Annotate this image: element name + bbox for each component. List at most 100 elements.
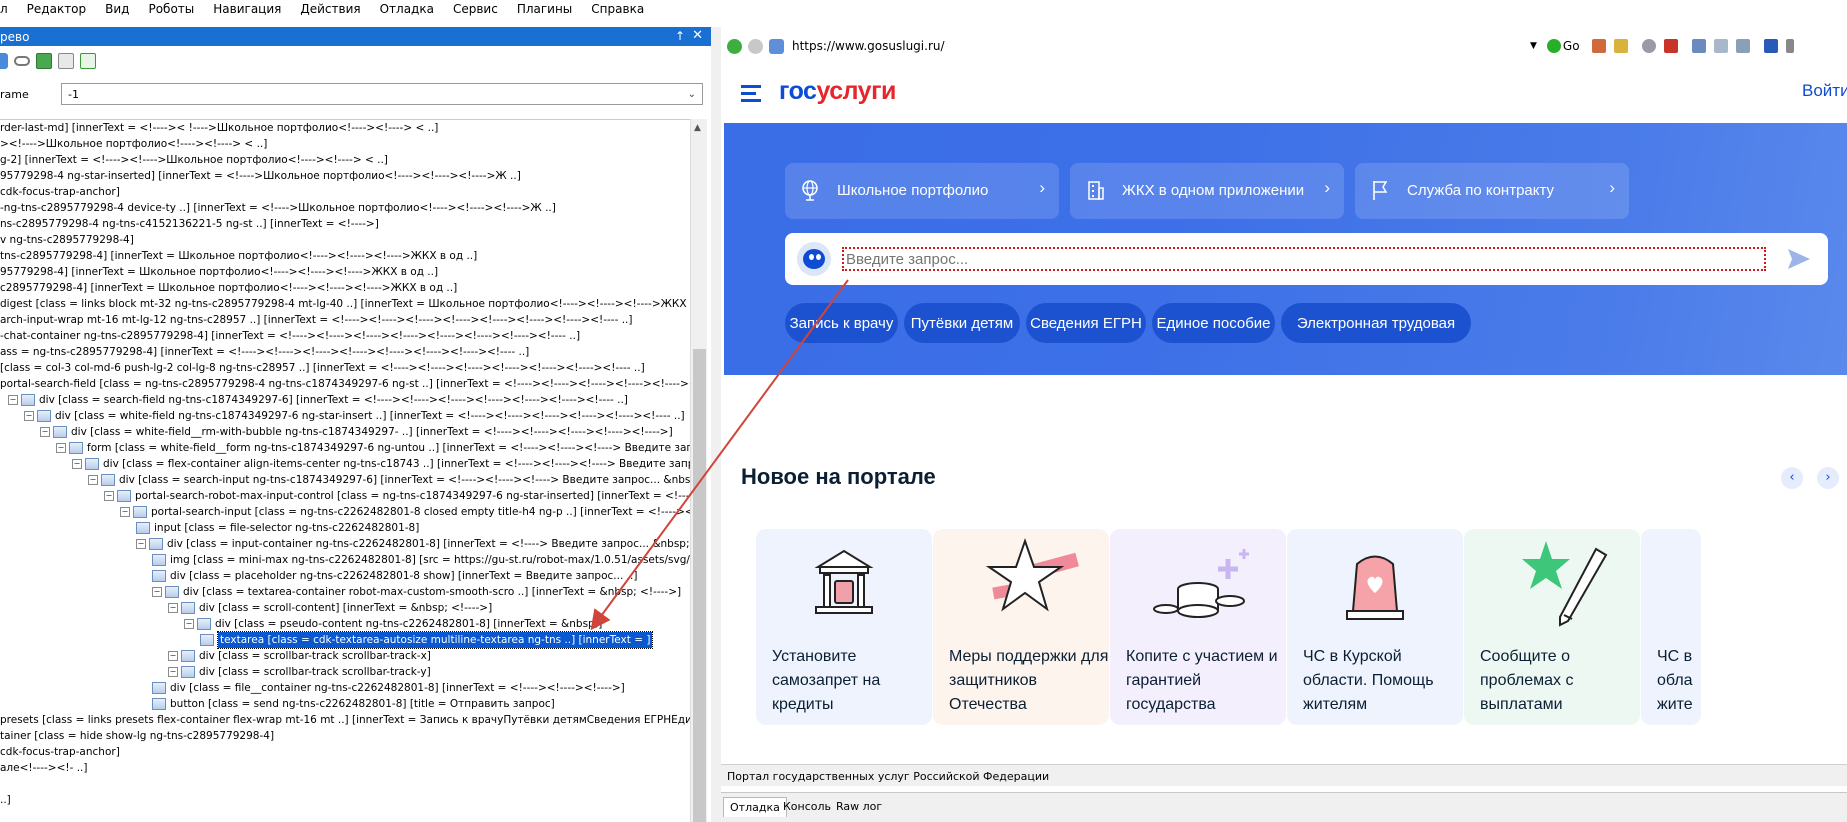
tree-row[interactable]: − div [class = scrollbar-track scrollbar-… bbox=[168, 664, 431, 680]
tree-row[interactable]: img [class = mini-max ng-tns-c2262482801… bbox=[152, 552, 690, 568]
expand-toggle-icon[interactable]: − bbox=[168, 603, 178, 613]
preset-labor-book[interactable]: Электронная трудовая bbox=[1281, 303, 1471, 343]
menu-item[interactable]: л bbox=[0, 2, 8, 16]
tree-row[interactable]: − div [class = input-container ng-tns-c22… bbox=[136, 536, 690, 552]
tree-row[interactable]: − div [class = search-field ng-tns-c18743… bbox=[8, 392, 628, 408]
tree-row[interactable]: digest [class = links block mt-32 ng-tns… bbox=[0, 296, 690, 312]
tree-row[interactable]: -chat-container ng-tns-c2895779298-4] [i… bbox=[0, 328, 580, 344]
red-box-icon[interactable] bbox=[1663, 39, 1678, 53]
search-input[interactable] bbox=[842, 247, 1766, 271]
tree-row[interactable]: [class = col-3 col-md-6 push-lg-2 col-lg… bbox=[0, 360, 645, 376]
tree-row[interactable]: − div [class = scroll-content] [innerText… bbox=[168, 600, 492, 616]
frame-select[interactable]: -1 ⌄ bbox=[61, 83, 703, 105]
tab-raw-log[interactable]: Raw лог bbox=[830, 797, 888, 817]
chevron-down-icon[interactable]: ▼ bbox=[1530, 41, 1537, 51]
add-document-icon[interactable] bbox=[80, 53, 96, 69]
tree-row[interactable]: textarea [class = cdk-textarea-autosize … bbox=[200, 631, 654, 649]
tree-row[interactable]: presets [class = links presets flex-cont… bbox=[0, 712, 690, 728]
back-icon[interactable] bbox=[727, 38, 742, 54]
menu-item[interactable]: Редактор bbox=[27, 2, 86, 16]
tree-row[interactable]: але<!----><!- ..] bbox=[0, 760, 87, 776]
carousel-prev-icon[interactable]: ‹ bbox=[1781, 467, 1803, 489]
more-icon[interactable] bbox=[1785, 39, 1794, 53]
menu-item[interactable]: Вид bbox=[105, 2, 129, 16]
cube-icon[interactable] bbox=[1591, 39, 1606, 53]
brush-icon[interactable] bbox=[1763, 39, 1778, 53]
tree-row[interactable]: − div [class = search-input ng-tns-c18743… bbox=[88, 472, 690, 488]
menu-item[interactable]: Роботы bbox=[148, 2, 194, 16]
expand-toggle-icon[interactable]: − bbox=[184, 619, 194, 629]
tree-row[interactable]: -ng-tns-c2895779298-4 device-ty ..] [inn… bbox=[0, 200, 556, 216]
expand-toggle-icon[interactable]: − bbox=[168, 667, 178, 677]
tree-row[interactable]: ><!---->Школьное портфолио<!----><!---->… bbox=[0, 136, 267, 152]
link-icon[interactable] bbox=[14, 56, 30, 66]
tree-row[interactable]: button [class = send ng-tns-c2262482801-… bbox=[152, 696, 555, 712]
expand-toggle-icon[interactable]: − bbox=[152, 587, 162, 597]
frame-icon[interactable] bbox=[1735, 39, 1750, 53]
expand-toggle-icon[interactable]: − bbox=[88, 475, 98, 485]
tree-row[interactable]: div [class = placeholder ng-tns-c2262482… bbox=[152, 568, 637, 584]
service-school-portfolio[interactable]: Школьное портфолио › bbox=[785, 163, 1059, 219]
address-bar[interactable]: https://www.gosuslugi.ru/ bbox=[792, 39, 1530, 53]
tree-row[interactable]: arch-input-wrap mt-16 mt-lg-12 ng-tns-c2… bbox=[0, 312, 632, 328]
forward-icon[interactable] bbox=[748, 38, 763, 54]
robot-icon[interactable] bbox=[0, 53, 8, 69]
news-card[interactable]: Установите самозапрет на кредиты bbox=[756, 529, 932, 725]
go-button[interactable]: Go bbox=[1563, 39, 1580, 53]
news-card[interactable]: ЧС в обла жите bbox=[1641, 529, 1701, 725]
send-icon[interactable] bbox=[1785, 245, 1813, 273]
tree-row[interactable]: ns-c2895779298-4 ng-tns-c4152136221-5 ng… bbox=[0, 216, 379, 232]
preset-allowance[interactable]: Единое пособие bbox=[1152, 303, 1275, 343]
tree-row[interactable]: − div [class = white-field ng-tns-c187434… bbox=[24, 408, 685, 424]
tree-row[interactable]: c2895779298-4] [innerText = Школьное пор… bbox=[0, 280, 457, 296]
expand-toggle-icon[interactable]: − bbox=[104, 491, 114, 501]
news-card[interactable]: Сообщите о проблемах с выплатами bbox=[1464, 529, 1640, 725]
tree-row[interactable]: − div [class = white-field__rm-with-bubbl… bbox=[40, 424, 673, 440]
menu-item[interactable]: Действия bbox=[300, 2, 360, 16]
tree-row[interactable]: ..] bbox=[0, 792, 11, 808]
tree-row[interactable]: − form [class = white-field__form ng-tns-… bbox=[56, 440, 690, 456]
gear-icon[interactable] bbox=[1641, 39, 1656, 53]
scrollbar-thumb[interactable] bbox=[693, 349, 706, 822]
tree-row[interactable]: − div [class = pseudo-content ng-tns-c226… bbox=[184, 616, 602, 632]
expand-toggle-icon[interactable]: − bbox=[168, 651, 178, 661]
window-icon[interactable] bbox=[1713, 39, 1728, 53]
service-housing-app[interactable]: ЖКХ в одном приложении › bbox=[1070, 163, 1344, 219]
tree-row[interactable]: ass = ng-tns-c2895779298-4] [innerText =… bbox=[0, 344, 529, 360]
menu-icon[interactable] bbox=[741, 85, 761, 102]
expand-toggle-icon[interactable]: − bbox=[8, 395, 18, 405]
tree-row[interactable]: div [class = file__container ng-tns-c226… bbox=[152, 680, 625, 696]
pin-icon[interactable]: ↑ bbox=[675, 29, 685, 43]
menu-item[interactable]: Отладка bbox=[380, 2, 434, 16]
document-green-icon[interactable] bbox=[36, 53, 52, 69]
tree-row[interactable]: portal-search-field [class = ng-tns-c289… bbox=[0, 376, 690, 392]
tree-row[interactable]: − div [class = textarea-container robot-m… bbox=[152, 584, 681, 600]
pane-splitter[interactable] bbox=[711, 27, 721, 822]
expand-toggle-icon[interactable]: − bbox=[136, 539, 146, 549]
preset-child-trips[interactable]: Путёвки детям bbox=[904, 303, 1020, 343]
service-contract[interactable]: Служба по контракту › bbox=[1355, 163, 1629, 219]
tree-row[interactable]: g-2] [innerText = <!----><!---->Школьное… bbox=[0, 152, 388, 168]
tree-row[interactable]: 95779298-4] [innerText = Школьное портфо… bbox=[0, 264, 438, 280]
menu-item[interactable]: Навигация bbox=[213, 2, 281, 16]
carousel-next-icon[interactable]: › bbox=[1817, 467, 1839, 489]
tree-row[interactable]: − div [class = scrollbar-track scrollbar-… bbox=[168, 648, 431, 664]
news-card[interactable]: Меры поддержки для защитников Отечества bbox=[933, 529, 1109, 725]
expand-toggle-icon[interactable]: − bbox=[24, 411, 34, 421]
tree-row[interactable]: cdk-focus-trap-anchor] bbox=[0, 184, 120, 200]
box-icon[interactable] bbox=[1613, 39, 1628, 53]
login-link[interactable]: Войти bbox=[1802, 81, 1847, 101]
tree-row[interactable]: v ng-tns-c2895779298-4] bbox=[0, 232, 134, 248]
tree-row[interactable]: − portal-search-input [class = ng-tns-c22… bbox=[120, 504, 690, 520]
expand-toggle-icon[interactable]: − bbox=[40, 427, 50, 437]
tree-row[interactable]: tainer [class = hide show-lg ng-tns-c289… bbox=[0, 728, 274, 744]
preset-egrn[interactable]: Сведения ЕГРН bbox=[1026, 303, 1146, 343]
expand-toggle-icon[interactable]: − bbox=[72, 459, 82, 469]
tools-icon[interactable] bbox=[1691, 39, 1706, 53]
scroll-up-icon[interactable]: ▲ bbox=[694, 123, 701, 133]
news-card[interactable]: ЧС в Курской области. Помощь жителям bbox=[1287, 529, 1463, 725]
tree-row[interactable]: input [class = file-selector ng-tns-c226… bbox=[136, 520, 419, 536]
preset-doctor[interactable]: Запись к врачу bbox=[785, 303, 898, 343]
document-list-icon[interactable] bbox=[58, 53, 74, 69]
tree-row[interactable]: − div [class = flex-container align-items… bbox=[72, 456, 690, 472]
